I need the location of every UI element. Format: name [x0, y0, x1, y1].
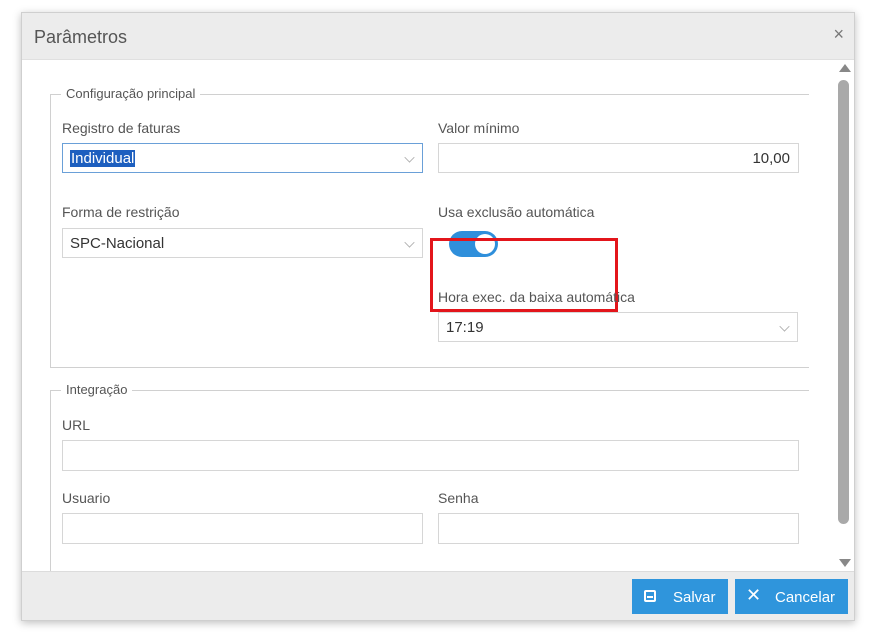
valor-minimo-value: 10,00 — [752, 150, 790, 167]
cancel-label: Cancelar — [775, 589, 836, 606]
cancel-button[interactable]: ✕ Cancelar — [735, 579, 848, 614]
save-icon — [644, 590, 656, 602]
chevron-down-icon — [404, 237, 415, 248]
chevron-down-icon — [404, 152, 415, 163]
senha-label: Senha — [438, 490, 479, 506]
usuario-input[interactable] — [62, 513, 423, 544]
usa-exclusao-toggle[interactable] — [449, 231, 498, 257]
scrollbar[interactable] — [834, 60, 854, 571]
valor-minimo-label: Valor mínimo — [438, 120, 520, 136]
usa-exclusao-label: Usa exclusão automática — [438, 204, 595, 220]
hora-exec-label: Hora exec. da baixa automática — [438, 289, 635, 305]
scroll-up-arrow-icon[interactable] — [839, 64, 851, 72]
dialog-footer: Salvar ✕ Cancelar — [22, 571, 854, 620]
parameters-dialog: Parâmetros × Configuração principal Regi… — [21, 12, 855, 621]
save-button[interactable]: Salvar — [632, 579, 728, 614]
scroll-thumb[interactable] — [838, 80, 849, 524]
integration-legend: Integração — [61, 382, 133, 397]
valor-minimo-input[interactable]: 10,00 — [438, 143, 799, 173]
registro-label: Registro de faturas — [62, 120, 181, 136]
usuario-label: Usuario — [62, 490, 111, 506]
save-label: Salvar — [673, 589, 716, 606]
forma-restricao-select[interactable]: SPC-Nacional — [62, 228, 423, 258]
registro-select[interactable]: Individual — [62, 143, 423, 173]
x-icon: ✕ — [746, 585, 762, 605]
forma-restricao-value: SPC-Nacional — [70, 235, 165, 252]
dialog-content: Configuração principal Registro de fatur… — [22, 60, 834, 571]
hora-exec-select[interactable]: 17:19 — [438, 312, 798, 342]
senha-input[interactable] — [438, 513, 799, 544]
forma-restricao-label: Forma de restrição — [62, 204, 180, 220]
dialog-titlebar: Parâmetros × — [22, 13, 854, 60]
registro-value: Individual — [70, 150, 136, 167]
scroll-down-arrow-icon[interactable] — [839, 559, 851, 567]
main-config-legend: Configuração principal — [61, 86, 201, 101]
chevron-down-icon — [779, 321, 790, 332]
url-input[interactable] — [62, 440, 799, 471]
hora-exec-value: 17:19 — [446, 319, 484, 336]
dialog-title: Parâmetros — [34, 27, 128, 47]
url-label: URL — [62, 417, 91, 433]
toggle-knob — [475, 234, 495, 254]
close-icon[interactable]: × — [833, 25, 844, 43]
